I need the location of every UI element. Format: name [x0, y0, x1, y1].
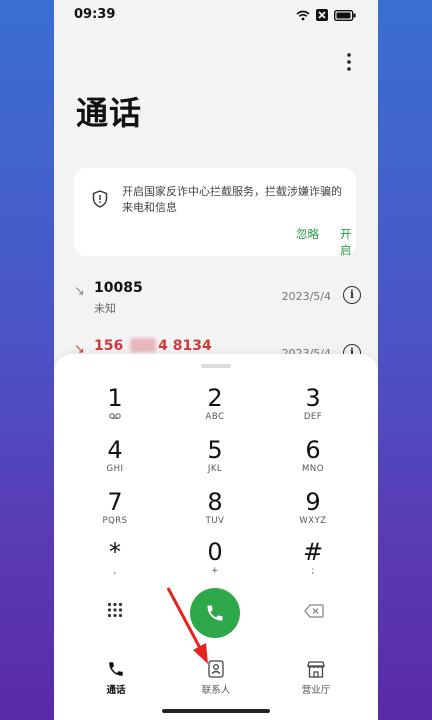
contacts-icon [208, 660, 224, 678]
key-digit: # [302, 538, 324, 566]
key-digit: 0 [207, 538, 223, 566]
status-bar: 09:39 [54, 0, 378, 30]
voicemail-icon [80, 412, 150, 424]
key-7[interactable]: 7 PQRS [80, 488, 150, 534]
key-digit: 4 [107, 436, 123, 464]
key-digit: 7 [107, 488, 123, 516]
call-location: 未知 [94, 302, 116, 315]
backspace-icon[interactable] [304, 604, 324, 618]
redacted-digits [130, 338, 157, 352]
ignore-button[interactable]: 忽略 [296, 226, 319, 242]
key-letters: JKL [207, 464, 223, 474]
key-0[interactable]: 0 + [180, 538, 250, 584]
battery-icon [334, 9, 356, 21]
incoming-call-icon: ↘ [74, 284, 85, 299]
key-5[interactable]: 5 JKL [180, 436, 250, 482]
key-digit: 6 [305, 436, 321, 464]
call-date: 2023/5/4 [281, 290, 331, 303]
info-icon[interactable]: i [343, 286, 361, 304]
status-time: 09:39 [74, 7, 116, 22]
key-6[interactable]: 6 MNO [278, 436, 348, 482]
key-letters: GHI [106, 464, 124, 474]
key-letters: + [211, 566, 219, 576]
wifi-icon [296, 10, 310, 20]
call-number: 10085 [94, 280, 143, 296]
key-star[interactable]: *, [80, 538, 150, 584]
key-3[interactable]: 3 DEF [278, 384, 348, 430]
key-letters: PQRS [102, 516, 128, 526]
key-letters: WXYZ [299, 516, 327, 526]
key-letters: MNO [302, 464, 324, 474]
page-title: 通话 [76, 94, 143, 132]
store-icon [307, 661, 325, 678]
call-number-suffix: 4 8134 [158, 338, 212, 354]
bottom-tab-bar: 通话 联系人 营业厅 [54, 656, 378, 706]
status-icons [296, 8, 356, 22]
sim-blocked-icon [316, 9, 328, 21]
tab-label: 联系人 [201, 685, 231, 696]
dialpad-toggle-icon[interactable] [107, 602, 123, 618]
call-button[interactable] [190, 588, 240, 638]
anti-fraud-notice-card: 开启国家反诈中心拦截服务，拦截涉嫌诈骗的来电和信息 忽略 开启 [74, 168, 356, 258]
key-2[interactable]: 2 ABC [180, 384, 250, 430]
key-digit: 8 [207, 488, 223, 516]
shield-icon [92, 190, 108, 208]
tab-label: 营业厅 [301, 685, 331, 696]
key-digit: 2 [207, 384, 223, 412]
home-indicator[interactable] [162, 709, 270, 713]
phone-screen: 09:39 通话 开启国家反诈中心拦截服务，拦截涉嫌诈骗的来电和信息 忽略 开启… [54, 0, 378, 720]
phone-icon [109, 662, 123, 676]
call-number: 156 4 8134 [94, 338, 212, 354]
key-1[interactable]: 1 [80, 384, 150, 430]
key-hash[interactable]: #; [278, 538, 348, 584]
key-digit: 9 [305, 488, 321, 516]
key-letters: DEF [303, 412, 323, 422]
call-number-prefix: 156 [94, 338, 124, 354]
key-9[interactable]: 9 WXYZ [278, 488, 348, 534]
key-digit: 1 [107, 384, 123, 412]
key-letters: ; [311, 566, 315, 576]
key-4[interactable]: 4 GHI [80, 436, 150, 482]
dialpad-panel: 1 2 ABC 3 DEF 4 GHI 5 JKL 6 MNO 7 PQRS 8 TUV 9W… [54, 354, 378, 720]
key-letters: TUV [205, 516, 225, 526]
phone-call-icon [207, 605, 223, 621]
drag-handle[interactable] [201, 364, 231, 368]
key-digit: * [109, 538, 121, 566]
tab-store[interactable]: 营业厅 [276, 656, 356, 696]
tab-contacts[interactable]: 联系人 [176, 656, 256, 696]
tab-calls[interactable]: 通话 [76, 656, 156, 696]
notice-message: 开启国家反诈中心拦截服务，拦截涉嫌诈骗的来电和信息 [122, 185, 342, 214]
key-letters: , [113, 566, 117, 576]
enable-button[interactable]: 开启 [340, 226, 356, 258]
key-8[interactable]: 8 TUV [180, 488, 250, 534]
tab-label: 通话 [106, 685, 126, 696]
more-menu-icon[interactable] [342, 52, 356, 72]
key-letters: ABC [205, 412, 225, 422]
key-digit: 3 [305, 384, 321, 412]
key-digit: 5 [207, 436, 223, 464]
call-log-row[interactable]: ↘ 10085 未知 2023/5/4 i [54, 280, 378, 328]
